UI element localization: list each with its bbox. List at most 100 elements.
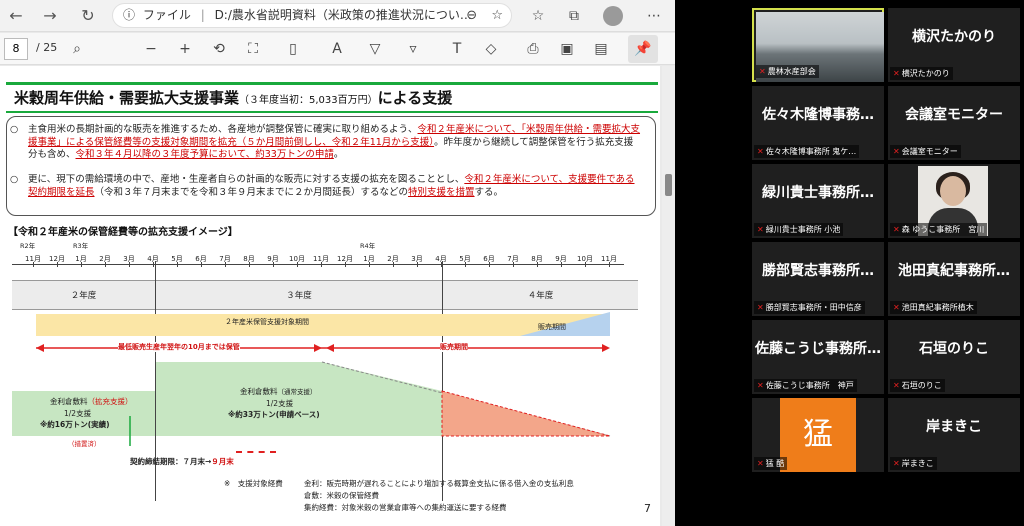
zoom-in-icon[interactable]: +: [174, 38, 196, 60]
title-main: 米穀周年供給・需要拡大支援事業: [14, 89, 240, 107]
participant-label-text: 佐藤こうじ事務所 神戸: [765, 381, 854, 390]
forward-icon[interactable]: →: [38, 4, 62, 28]
text-icon[interactable]: T: [446, 38, 468, 60]
participant-label-text: 岸まきこ: [901, 459, 934, 468]
participant-tile[interactable]: 会議室モニター ✕ 会議室モニター: [888, 86, 1020, 160]
zoom-out-icon[interactable]: −: [140, 38, 162, 60]
r4-label: R4年: [360, 242, 376, 250]
kinri-mid-amount: ※約33万トン(申請ベース): [228, 410, 320, 419]
draw-icon[interactable]: ▽: [364, 38, 386, 60]
participant-tile[interactable]: 岸まきこ ✕ 岸まきこ: [888, 398, 1020, 472]
kinri-left-title: 金利倉敷料: [50, 397, 88, 406]
zoom-icon[interactable]: ⊖: [466, 8, 477, 23]
r2-label: R2年: [20, 242, 36, 250]
participant-label: ✕ 勝部賢志事務所・田中信彦: [754, 301, 865, 314]
participant-label-text: 農林水産部会: [767, 67, 816, 76]
reload-icon[interactable]: ↻: [76, 4, 100, 28]
participant-tile[interactable]: ✕ 農林水産部会: [752, 8, 884, 82]
title-top-rule: [6, 82, 658, 85]
page-total: / 25: [36, 41, 58, 54]
sales-label: 販売期間: [538, 323, 566, 331]
footnote-1: 金利：販売時期が遅れることにより増加する概算金支払に係る借入金の支払利息: [304, 479, 574, 488]
period-bar: [36, 314, 610, 336]
participant-label-text: 緑川貴士事務所 小池: [765, 225, 841, 234]
back-icon[interactable]: ←: [4, 4, 28, 28]
sales-arrow-label: 販売期間: [440, 342, 468, 352]
para2-text-a: 更に、現下の需給環境の中で、産地・生産者自らの計画的な販売に対する支援の拡充を図…: [28, 174, 465, 185]
para1-red-2: 令和３年４月以降の３年度予算において、約33万トンの申請: [75, 149, 334, 160]
address-bar[interactable]: ⓘ ファイル | D:/農水省説明資料（米政策の推進状況につい… ⊖ ☆: [112, 3, 512, 28]
contract-deadline: 契約締結期限：７月末→９月末: [130, 456, 234, 467]
participant-tile[interactable]: ✕ 森 ゆうこ事務所 宮川: [888, 164, 1020, 238]
paragraph-1: ○ 主食用米の長期計画的な販売を推進するため、各産地が調整保管に確実に取り組める…: [10, 124, 640, 162]
muted-mic-icon: ✕: [893, 225, 900, 234]
pin-toolbar-icon[interactable]: 📌: [628, 35, 658, 63]
muted-mic-icon: ✕: [757, 459, 764, 468]
muted-mic-icon: ✕: [757, 303, 764, 312]
muted-mic-icon: ✕: [757, 225, 764, 234]
participant-tile[interactable]: 佐藤こうじ事務所… ✕ 佐藤こうじ事務所 神戸: [752, 320, 884, 394]
page-number-input[interactable]: 8: [4, 38, 28, 60]
participant-label: ✕ 岸まきこ: [890, 457, 937, 470]
muted-mic-icon: ✕: [757, 381, 764, 390]
participant-name-large: 池田真紀事務所…: [898, 263, 1010, 279]
profile-avatar[interactable]: [603, 6, 623, 26]
participant-label: ✕ 緑川貴士事務所 小池: [754, 223, 844, 236]
normal-support-block: [156, 362, 442, 436]
participant-tile[interactable]: 横沢たかのり ✕ 横沢たかのり: [888, 8, 1020, 82]
participant-tile[interactable]: 石垣のりこ ✕ 石垣のりこ: [888, 320, 1020, 394]
footnote-2: 倉敷：米穀の保管経費: [304, 491, 379, 500]
participant-label: ✕ 池田真紀事務所植木: [890, 301, 977, 314]
save-as-icon[interactable]: ▤: [590, 38, 612, 60]
participant-label-text: 勝部賢志事務所・田中信彦: [765, 303, 862, 312]
participant-label-text: 猛 酷: [765, 459, 785, 468]
title-bottom-rule: [6, 111, 658, 113]
participant-tile[interactable]: 緑川貴士事務所… ✕ 緑川貴士事務所 小池: [752, 164, 884, 238]
address-path: D:/農水省説明資料（米政策の推進状況につい…: [214, 8, 472, 22]
participant-label-text: 池田真紀事務所植木: [901, 303, 974, 312]
footnote-mark: ※ 支援対象経費: [224, 479, 283, 488]
participant-gallery: ✕ 農林水産部会 横沢たかのり ✕ 横沢たかのり 佐々木隆博事務… ✕ 佐々木隆博事務所 鬼ケ…: [676, 0, 1024, 526]
title-suffix: による支援: [377, 89, 453, 107]
kinri-left: 金利倉敷料（拡充支援）: [50, 396, 133, 407]
extension-wedge: [441, 390, 611, 437]
r3-label: R3年: [73, 242, 89, 250]
pdf-viewer-window: ← → ↻ ⓘ ファイル | D:/農水省説明資料（米政策の推進状況につい… ⊖…: [0, 0, 675, 526]
save-icon[interactable]: ▣: [556, 38, 578, 60]
fit-page-icon[interactable]: ⛶: [242, 38, 264, 60]
para2-red-2: 特別支援を措置: [408, 186, 475, 198]
rotate-icon[interactable]: ⟲: [208, 38, 230, 60]
pdf-toolbar: 8 / 25 ⌕ − + ⟲ ⛶ ▯ A ▽ ▿ T ◇ ⎙ ▣ ▤ 📌: [0, 33, 675, 65]
page-view-icon[interactable]: ▯: [282, 38, 304, 60]
print-icon[interactable]: ⎙: [522, 38, 544, 60]
participant-tile[interactable]: 池田真紀事務所… ✕ 池田真紀事務所植木: [888, 242, 1020, 316]
collections-icon[interactable]: ⧉: [562, 4, 586, 28]
kinri-left-amount: ※約16万トン(実績): [40, 420, 110, 429]
participant-tile[interactable]: 佐々木隆博事務… ✕ 佐々木隆博事務所 鬼ケ…: [752, 86, 884, 160]
participant-label: ✕ 森 ゆうこ事務所 宮川: [890, 223, 988, 236]
info-icon[interactable]: ⓘ: [123, 8, 135, 22]
kinri-mid-rate: 1/2支援: [266, 399, 294, 408]
para1-text-a: 主食用米の長期計画的な販売を推進するため、各産地が調整保管に確実に取り組めるよう…: [28, 124, 418, 135]
participant-label: ✕ 佐藤こうじ事務所 神戸: [754, 379, 857, 392]
vertical-scrollbar[interactable]: [662, 66, 675, 526]
favorite-add-icon[interactable]: ☆: [491, 8, 503, 23]
highlight-icon[interactable]: ▿: [402, 38, 424, 60]
scrollbar-thumb[interactable]: [665, 174, 672, 196]
erase-icon[interactable]: ◇: [480, 38, 502, 60]
participant-label: ✕ 会議室モニター: [890, 145, 961, 158]
search-icon[interactable]: ⌕: [66, 38, 88, 60]
read-aloud-icon[interactable]: A: [326, 38, 348, 60]
para1-text-c: 。: [333, 149, 344, 160]
participant-name-large: 石垣のりこ: [919, 341, 989, 357]
favorites-icon[interactable]: ☆: [526, 4, 550, 28]
contract-deadline-text: 契約締結期限：７月末→: [130, 457, 212, 466]
kinri-mid: 金利倉敷料（通常支援）: [240, 386, 317, 397]
more-menu-icon[interactable]: ⋯: [642, 4, 666, 28]
participant-tile[interactable]: 猛 ✕ 猛 酷: [752, 398, 884, 472]
muted-mic-icon: ✕: [893, 147, 900, 156]
participant-tile[interactable]: 勝部賢志事務所… ✕ 勝部賢志事務所・田中信彦: [752, 242, 884, 316]
period-bar-label: ２年産米保管支援対象期間: [225, 318, 309, 326]
para2-text-c: する。: [474, 186, 504, 198]
kinri-left-measure: （措置済）: [68, 440, 101, 448]
